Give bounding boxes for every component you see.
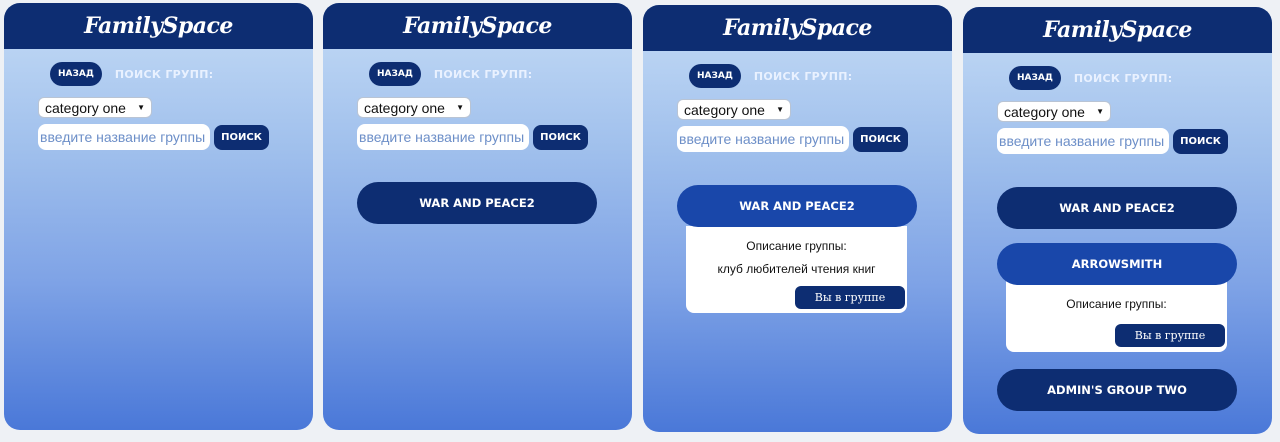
group-button-war-and-peace2[interactable]: WAR AND PEACE2 [997,187,1237,229]
top-row: НАЗАД ПОИСК ГРУПП: [50,62,214,86]
group-button-war-and-peace2[interactable]: WAR AND PEACE2 [357,182,597,224]
description-title: Описание группы: [1066,297,1167,311]
category-select-value: category one [1004,103,1085,120]
group-button-admins-group-two[interactable]: ADMIN'S GROUP TWO [997,369,1237,411]
back-button[interactable]: НАЗАД [1009,66,1061,90]
back-button[interactable]: НАЗАД [689,64,741,88]
in-group-button[interactable]: Вы в группе [1115,324,1225,347]
in-group-button[interactable]: Вы в группе [795,286,905,309]
category-select[interactable]: category one ▼ [677,99,791,120]
category-select-value: category one [364,99,445,116]
app-logo: FamilySpace [963,7,1272,53]
category-select-value: category one [684,101,765,118]
top-row: НАЗАД ПОИСК ГРУПП: [689,64,853,88]
search-button[interactable]: ПОИСК [1173,129,1228,154]
dropdown-arrow-icon: ▼ [776,105,784,114]
search-screen-multiple: FamilySpace НАЗАД ПОИСК ГРУПП: category … [963,7,1272,434]
group-search-input[interactable] [357,124,529,150]
category-select[interactable]: category one ▼ [997,101,1111,122]
group-button-arrowsmith[interactable]: ARROWSMITH [997,243,1237,285]
top-row: НАЗАД ПОИСК ГРУПП: [369,62,533,86]
description-title: Описание группы: [746,239,847,253]
search-title: ПОИСК ГРУПП: [1073,71,1173,85]
app-logo: FamilySpace [323,3,632,49]
category-select-value: category one [45,99,126,116]
search-screen-expanded: FamilySpace НАЗАД ПОИСК ГРУПП: category … [643,5,952,432]
group-search-input[interactable] [38,124,210,150]
group-button-war-and-peace2[interactable]: WAR AND PEACE2 [677,185,917,227]
app-logo: FamilySpace [4,3,313,49]
top-row: НАЗАД ПОИСК ГРУПП: [1009,66,1173,90]
search-title: ПОИСК ГРУПП: [114,67,214,81]
search-screen-empty: FamilySpace НАЗАД ПОИСК ГРУПП: category … [4,3,313,430]
search-button[interactable]: ПОИСК [853,127,908,152]
back-button[interactable]: НАЗАД [369,62,421,86]
dropdown-arrow-icon: ▼ [456,103,464,112]
back-button[interactable]: НАЗАД [50,62,102,86]
search-title: ПОИСК ГРУПП: [433,67,533,81]
app-logo: FamilySpace [643,5,952,51]
group-search-input[interactable] [997,128,1169,154]
description-text: клуб любителей чтения книг [717,262,876,276]
category-select[interactable]: category one ▼ [357,97,471,118]
search-screen-one-result: FamilySpace НАЗАД ПОИСК ГРУПП: category … [323,3,632,430]
group-search-input[interactable] [677,126,849,152]
search-title: ПОИСК ГРУПП: [753,69,853,83]
search-button[interactable]: ПОИСК [533,125,588,150]
group-description-body: Описание группы: клуб любителей чтения к… [686,226,907,313]
category-select[interactable]: category one ▼ [38,97,152,118]
search-button[interactable]: ПОИСК [214,125,269,150]
dropdown-arrow-icon: ▼ [1096,107,1104,116]
dropdown-arrow-icon: ▼ [137,103,145,112]
